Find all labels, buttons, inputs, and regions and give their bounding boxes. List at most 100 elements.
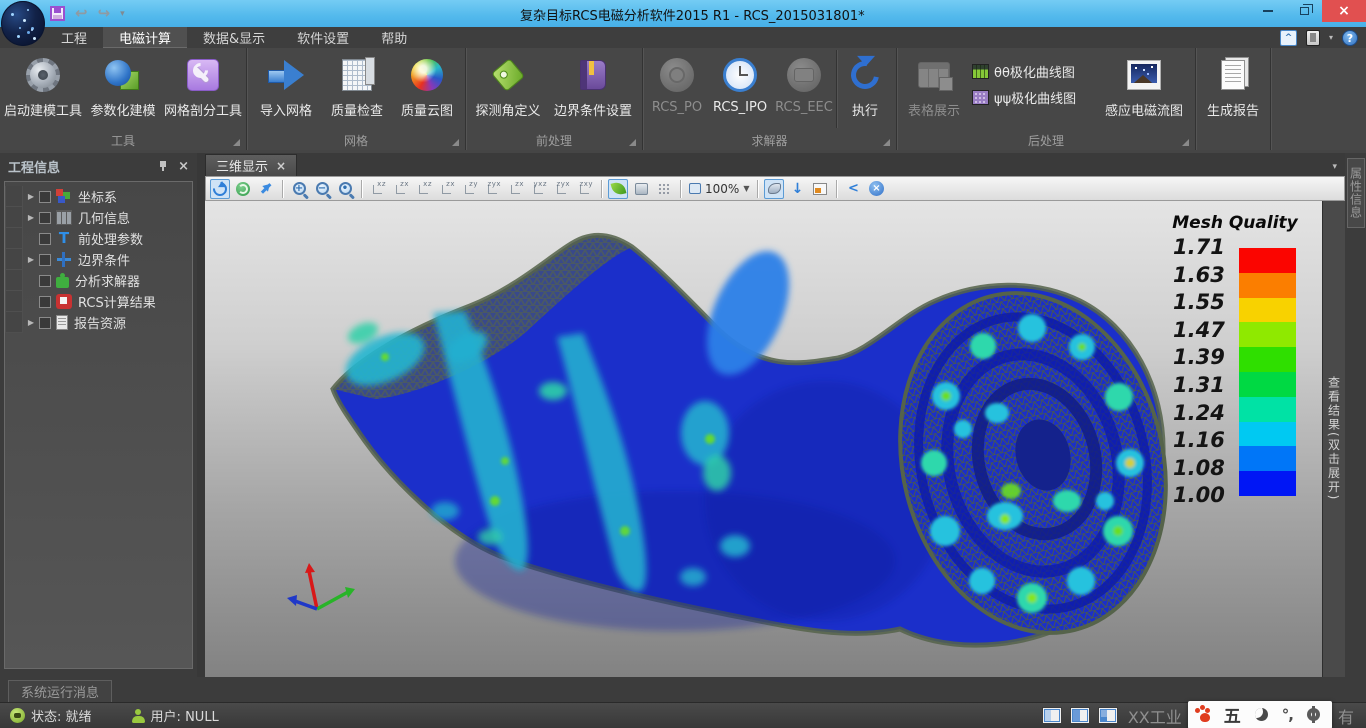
- parametric-modeling-button[interactable]: 参数化建模: [83, 50, 163, 130]
- flat-display-button[interactable]: [631, 179, 651, 199]
- window-style-icon[interactable]: [1306, 30, 1320, 46]
- tree-item-analysis-solver[interactable]: 分析求解器: [5, 270, 192, 291]
- tree-item-geometry-info[interactable]: ▶ 几何信息: [5, 207, 192, 228]
- ime-logo-icon[interactable]: [1200, 713, 1210, 722]
- tab-help[interactable]: 帮助: [365, 27, 423, 48]
- tab-em-computation[interactable]: 电磁计算: [103, 27, 187, 48]
- ime-punctuation[interactable]: °,: [1282, 706, 1293, 724]
- tab-system-messages[interactable]: 系统运行消息: [8, 680, 112, 702]
- region-select-button[interactable]: [764, 179, 784, 199]
- checkbox[interactable]: [39, 275, 51, 287]
- launch-modeling-tool-button[interactable]: 启动建模工具: [3, 50, 83, 130]
- rcs-po-button[interactable]: RCS_PO: [646, 50, 708, 130]
- view-orientation-button[interactable]: zx: [437, 179, 457, 198]
- view-orientation-button[interactable]: zyx: [483, 179, 503, 198]
- view-orientation-button[interactable]: xz: [368, 179, 388, 198]
- quality-check-button[interactable]: 质量检查: [322, 50, 392, 130]
- tree-item-coordinate-system[interactable]: ▶ 坐标系: [5, 186, 192, 207]
- view-orientation-button[interactable]: zy: [460, 179, 480, 198]
- layout-split-icon[interactable]: [1070, 707, 1090, 724]
- ime-scheme[interactable]: 五: [1224, 702, 1241, 727]
- tab-data-display[interactable]: 数据&显示: [187, 27, 281, 48]
- rcs-eec-button[interactable]: RCS_EEC: [772, 50, 836, 130]
- detection-angle-button[interactable]: 探测角定义: [469, 50, 547, 130]
- close-button[interactable]: ×: [1322, 0, 1366, 22]
- tree-item-rcs-results[interactable]: RCS计算结果: [5, 291, 192, 312]
- group-launcher-icon[interactable]: [629, 139, 636, 146]
- style-dropdown-icon[interactable]: ▾: [1329, 33, 1333, 42]
- group-launcher-icon[interactable]: [883, 139, 890, 146]
- tab-close-icon[interactable]: ×: [276, 159, 286, 173]
- save-icon[interactable]: [50, 6, 65, 21]
- rcs-ipo-button[interactable]: RCS_IPO: [708, 50, 772, 130]
- expand-arrow-icon[interactable]: ▶: [23, 318, 39, 327]
- group-launcher-icon[interactable]: [1182, 139, 1189, 146]
- orbit-rotate-button[interactable]: [210, 179, 230, 199]
- zoom-level-dropdown-icon[interactable]: ▼: [743, 184, 749, 193]
- pan-zoom-button[interactable]: [256, 179, 276, 199]
- view-results-strip[interactable]: 查看结果(双击展开): [1322, 201, 1345, 677]
- checkbox[interactable]: [39, 233, 51, 245]
- execute-button[interactable]: 执行: [837, 50, 893, 130]
- share-button[interactable]: <: [843, 179, 863, 199]
- tree-item-preprocess-params[interactable]: T 前处理参数: [5, 228, 192, 249]
- induced-current-map-button[interactable]: 感应电磁流图: [1096, 50, 1192, 130]
- checkbox[interactable]: [39, 191, 51, 203]
- table-display-button[interactable]: 表格展示: [900, 50, 968, 130]
- boundary-condition-settings-button[interactable]: 边界条件设置: [547, 50, 639, 130]
- tree-item-report-resources[interactable]: ▶ 报告资源: [5, 312, 192, 333]
- panel-splitter[interactable]: [197, 153, 205, 677]
- expand-arrow-icon[interactable]: ▶: [23, 213, 39, 222]
- qat-dropdown-icon[interactable]: ▾: [120, 9, 125, 19]
- checkbox[interactable]: [39, 296, 51, 308]
- help-icon[interactable]: ?: [1342, 30, 1358, 46]
- app-logo[interactable]: [1, 1, 45, 46]
- 3d-canvas[interactable]: Mesh Quality 1.71 1.63 1.55 1.47 1.39 1.…: [205, 201, 1345, 677]
- view-orientation-button[interactable]: zx: [506, 179, 526, 198]
- tab-project[interactable]: 工程: [45, 27, 103, 48]
- view-orientation-button[interactable]: xz: [414, 179, 434, 198]
- view-orientation-button[interactable]: zx: [391, 179, 411, 198]
- spin-button[interactable]: [233, 179, 253, 199]
- tab-3d-display[interactable]: 三维显示 ×: [205, 154, 297, 176]
- psi-polarization-curve-button[interactable]: ψψ极化曲线图: [968, 86, 1096, 108]
- undo-icon[interactable]: ↩: [75, 6, 88, 21]
- group-launcher-icon[interactable]: [452, 139, 459, 146]
- points-display-button[interactable]: [654, 179, 674, 199]
- import-mesh-button[interactable]: 导入网格: [250, 50, 322, 130]
- generate-report-button[interactable]: 生成报告: [1199, 50, 1267, 130]
- collapse-ribbon-icon[interactable]: ^: [1280, 30, 1297, 46]
- view-orientation-button[interactable]: zyx: [552, 179, 572, 198]
- snapshot-button[interactable]: [810, 179, 830, 199]
- pin-icon[interactable]: [158, 161, 168, 171]
- zoom-out-button[interactable]: −: [312, 179, 332, 199]
- checkbox[interactable]: [39, 212, 51, 224]
- shaded-display-button[interactable]: [608, 179, 628, 199]
- group-launcher-icon[interactable]: [233, 139, 240, 146]
- checkbox[interactable]: [39, 254, 51, 266]
- expand-arrow-icon[interactable]: ▶: [23, 255, 39, 264]
- expand-arrow-icon[interactable]: ▶: [23, 192, 39, 201]
- tab-software-settings[interactable]: 软件设置: [281, 27, 365, 48]
- zoom-in-button[interactable]: +: [289, 179, 309, 199]
- minimize-button[interactable]: [1250, 0, 1286, 22]
- panel-close-icon[interactable]: ×: [178, 160, 189, 173]
- zoom-fit-button[interactable]: •: [335, 179, 355, 199]
- view-orientation-button[interactable]: zxy: [575, 179, 595, 198]
- tab-property-info[interactable]: 属性信息: [1347, 158, 1365, 228]
- ime-settings-icon[interactable]: [1307, 708, 1320, 721]
- zoom-level-control[interactable]: 100% ▼: [687, 182, 751, 196]
- tab-list-dropdown-icon[interactable]: ▾: [1332, 162, 1337, 172]
- redo-icon[interactable]: ↪: [98, 6, 111, 21]
- layout-bottom-icon[interactable]: [1098, 707, 1118, 724]
- restore-button[interactable]: [1286, 0, 1322, 22]
- clear-view-button[interactable]: ×: [866, 179, 886, 199]
- theta-polarization-curve-button[interactable]: θθ极化曲线图: [968, 60, 1096, 82]
- checkbox[interactable]: [39, 317, 51, 329]
- ime-halfwidth-icon[interactable]: [1255, 708, 1268, 721]
- quality-cloud-map-button[interactable]: 质量云图: [392, 50, 462, 130]
- tree-item-boundary-conditions[interactable]: ▶ 边界条件: [5, 249, 192, 270]
- layout-left-icon[interactable]: [1042, 707, 1062, 724]
- mesh-partition-tool-button[interactable]: 网格剖分工具: [163, 50, 243, 130]
- view-orientation-button[interactable]: yxz: [529, 179, 549, 198]
